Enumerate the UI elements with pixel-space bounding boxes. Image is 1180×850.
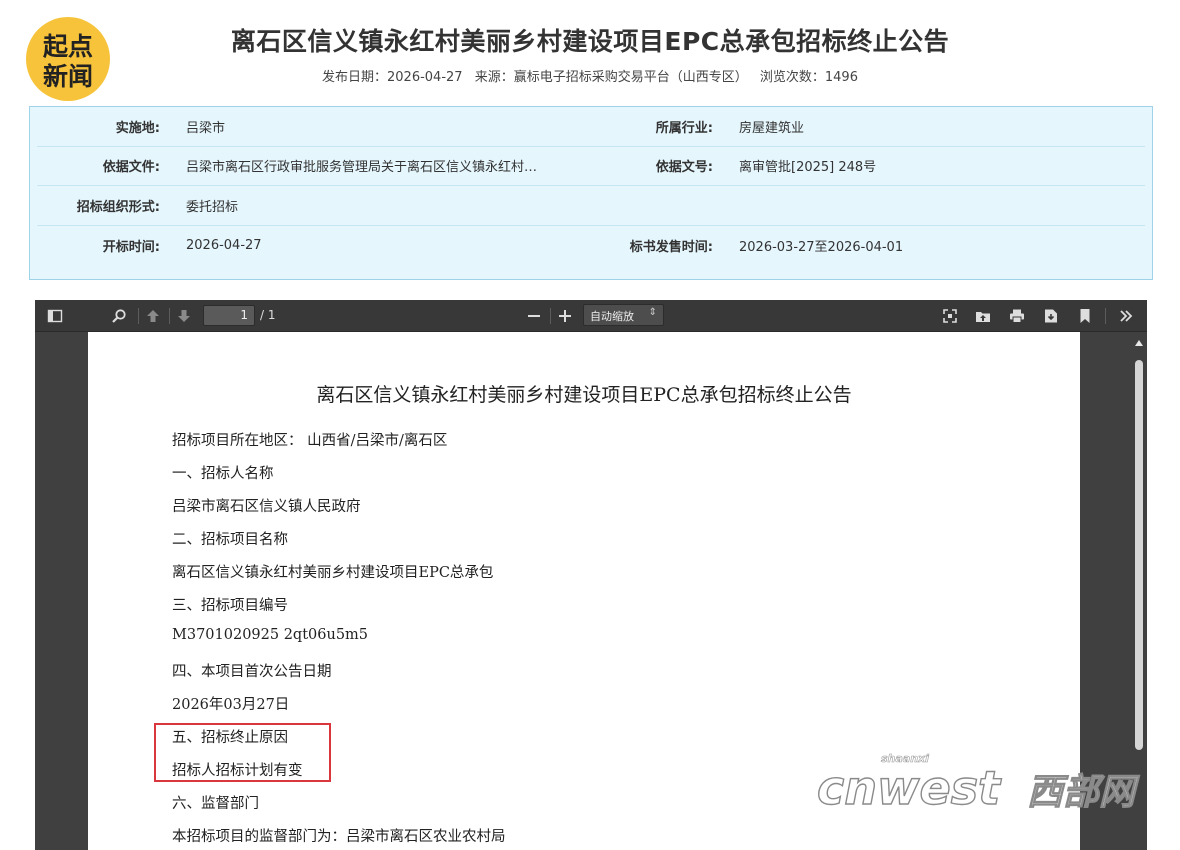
info-label: 标书发售时间: — [629, 239, 713, 255]
document-line: 离石区信义镇永红村美丽乡村建设项目EPC总承包 — [172, 565, 494, 581]
next-page-icon[interactable] — [174, 304, 194, 328]
article-meta: 发布日期：2026-04-27 来源：赢标电子招标采购交易平台（山西专区） 浏览… — [0, 66, 1180, 85]
tools-menu-icon[interactable] — [1115, 304, 1137, 328]
document-title: 离石区信义镇永红村美丽乡村建设项目EPC总承包招标终止公告 — [316, 384, 852, 406]
info-row: 依据文件: 吕梁市离石区行政审批服务管理局关于离石区信义镇永红村… 依据文号: … — [37, 147, 1145, 186]
document-line: 四、本项目首次公告日期 — [172, 664, 332, 680]
info-label: 招标组织形式: — [76, 199, 160, 215]
document-line: 二、招标项目名称 — [172, 532, 288, 548]
bookmark-icon[interactable] — [1075, 304, 1095, 328]
info-value: 吕梁市离石区行政审批服务管理局关于离石区信义镇永红村… — [186, 160, 538, 176]
info-value: 2026-03-27至2026-04-01 — [739, 239, 904, 255]
scroll-up-arrow-icon[interactable] — [1135, 340, 1143, 346]
zoom-value: 自动缩放 — [590, 310, 634, 323]
cnwest-watermark: shaanxi cnwest 西部网 — [815, 748, 1150, 816]
info-value: 离审管批[2025] 248号 — [739, 160, 877, 176]
source: 来源：赢标电子招标采购交易平台（山西专区） — [474, 70, 748, 85]
info-value: 委托招标 — [186, 199, 239, 215]
watermark-cn: 西部网 — [1027, 772, 1140, 813]
document-line: 吕梁市离石区信义镇人民政府 — [172, 499, 361, 515]
page-count: / 1 — [260, 308, 276, 322]
zoom-out-icon[interactable] — [524, 304, 544, 328]
previous-page-icon[interactable] — [143, 304, 163, 328]
info-value: 吕梁市 — [186, 120, 226, 136]
download-icon[interactable] — [1041, 304, 1061, 328]
zoom-select[interactable]: 自动缩放 ⇕ — [583, 304, 664, 326]
search-icon[interactable] — [109, 304, 129, 328]
info-row: 实施地: 吕梁市 所属行业: 房屋建筑业 — [37, 107, 1145, 147]
document-line: 2026年03月27日 — [172, 697, 290, 713]
info-label: 依据文件: — [102, 160, 160, 176]
info-row: 招标组织形式: 委托招标 — [37, 186, 1145, 226]
watermark-brand: cnwest — [817, 761, 1002, 815]
document-line: 招标项目所在地区： 山西省/吕梁市/离石区 — [172, 433, 448, 449]
publish-date: 发布日期：2026-04-27 — [322, 70, 463, 85]
project-info-table: 实施地: 吕梁市 所属行业: 房屋建筑业 依据文件: 吕梁市离石区行政审批服务管… — [29, 106, 1153, 280]
sidebar-toggle-icon[interactable] — [45, 304, 65, 328]
document-line: 三、招标项目编号 — [172, 598, 288, 614]
info-label: 所属行业: — [655, 120, 713, 136]
document-line: 一、招标人名称 — [172, 466, 274, 482]
zoom-in-icon[interactable] — [555, 304, 575, 328]
page-number-input[interactable]: 1 — [203, 305, 255, 326]
info-value: 2026-04-27 — [186, 237, 262, 253]
presentation-mode-icon[interactable] — [940, 304, 960, 328]
document-line: 本招标项目的监督部门为：吕梁市离石区农业农村局 — [172, 829, 506, 845]
scrollbar-thumb[interactable] — [1135, 360, 1143, 750]
document-line: M3701020925 2qt06u5m5 — [172, 627, 369, 643]
view-count: 浏览次数：1496 — [759, 70, 858, 85]
info-label: 实施地: — [115, 120, 160, 136]
info-value: 房屋建筑业 — [739, 120, 805, 136]
open-file-icon[interactable] — [973, 304, 993, 328]
highlight-box — [154, 723, 331, 782]
document-line: 六、监督部门 — [172, 796, 259, 812]
print-icon[interactable] — [1007, 304, 1027, 328]
info-label: 开标时间: — [102, 239, 160, 255]
info-row: 开标时间: 2026-04-27 标书发售时间: 2026-03-27至2026… — [37, 226, 1145, 266]
chevron-updown-icon: ⇕ — [648, 307, 657, 318]
info-label: 依据文号: — [655, 160, 713, 176]
page-title: 离石区信义镇永红村美丽乡村建设项目EPC总承包招标终止公告 — [230, 27, 950, 56]
pdf-toolbar: 1 / 1 自动缩放 ⇕ — [35, 300, 1147, 332]
